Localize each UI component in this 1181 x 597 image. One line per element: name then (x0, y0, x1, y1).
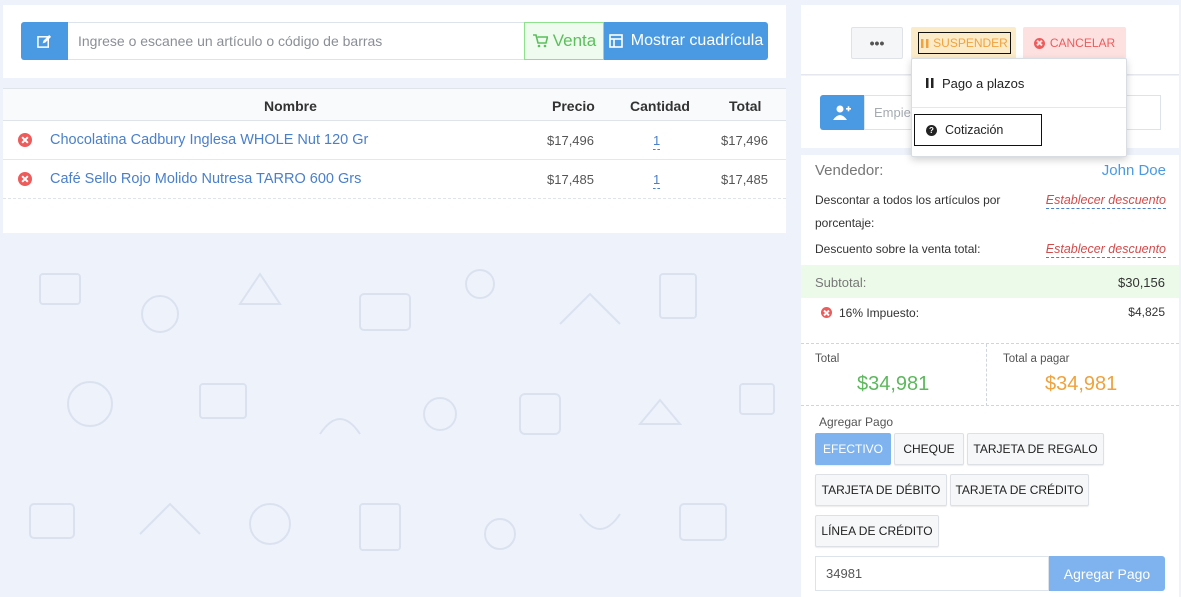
item-search-input[interactable] (68, 22, 524, 60)
subtotal-label: Subtotal: (815, 275, 867, 290)
tax-label: 16% Impuesto: (839, 306, 920, 320)
add-payment-button[interactable]: Agregar Pago (1049, 556, 1165, 591)
suspend-button-focus[interactable]: SUSPENDER (918, 32, 1011, 54)
discount-total-label: Descuento sobre la venta total: (815, 242, 981, 256)
payment-check-button[interactable]: CHEQUE (894, 433, 964, 465)
show-grid-label: Mostrar cuadrícula (630, 32, 764, 49)
tax-value: $4,825 (1128, 305, 1165, 319)
pause-icon (921, 38, 929, 48)
discount-all-label: Descontar a todos los artículos por (815, 193, 1001, 207)
register-toolbar: Venta Mostrar cuadrícula (3, 5, 786, 78)
menu-item-layaway-label: Pago a plazos (942, 75, 1025, 91)
table-row: Café Sello Rojo Molido Nutresa TARRO 600… (3, 160, 786, 199)
payment-store-credit-button[interactable]: LÍNEA DE CRÉDITO (815, 515, 939, 547)
payment-credit-card-button[interactable]: TARJETA DE CRÉDITO (950, 474, 1089, 506)
sale-mode-button[interactable]: Venta (524, 22, 604, 60)
remove-tax-icon[interactable] (821, 307, 832, 318)
pause-icon (926, 78, 934, 88)
col-name-header: Nombre (264, 98, 317, 114)
remove-item-icon[interactable] (18, 172, 32, 186)
edit-icon-button[interactable] (21, 22, 68, 60)
grid-icon (608, 34, 623, 48)
show-grid-button[interactable]: Mostrar cuadrícula (604, 22, 768, 60)
total-label: Total (815, 353, 840, 365)
more-options-button[interactable]: ••• (851, 27, 903, 59)
item-name-link[interactable]: Chocolatina Cadbury Inglesa WHOLE Nut 12… (50, 132, 368, 148)
discount-all-label-cont: porcentaje: (815, 216, 875, 230)
background-pattern (29, 269, 775, 551)
sale-mode-label: Venta (552, 31, 597, 50)
item-qty-editable[interactable]: 1 (653, 172, 661, 189)
item-price: $17,496 (547, 133, 594, 148)
payment-gift-card-button[interactable]: TARJETA DE REGALO (967, 433, 1104, 465)
remove-item-icon[interactable] (18, 133, 32, 147)
sale-summary: Vendedor: John Doe Descontar a todos los… (801, 155, 1179, 597)
col-qty-header: Cantidad (630, 98, 690, 114)
cart-table: Nombre Precio Cantidad Total Chocolatina… (3, 88, 786, 233)
amount-due-value: $34,981 (1045, 373, 1118, 395)
item-total: $17,485 (721, 172, 768, 187)
add-payment-title: Agregar Pago (819, 415, 894, 429)
menu-item-estimate[interactable]: ? Cotización (914, 114, 1042, 146)
col-total-header: Total (729, 98, 762, 114)
item-qty-editable[interactable]: 1 (653, 133, 661, 150)
table-row: Chocolatina Cadbury Inglesa WHOLE Nut 12… (3, 121, 786, 160)
ellipsis-icon: ••• (869, 35, 885, 51)
add-customer-button[interactable] (820, 95, 864, 130)
set-item-discount-link[interactable]: Establecer descuento (1045, 193, 1166, 209)
item-total: $17,496 (721, 133, 768, 148)
total-value: $34,981 (857, 373, 930, 395)
col-price-header: Precio (552, 98, 595, 114)
menu-item-estimate-label: Cotización (945, 123, 1004, 137)
cancel-circle-icon (1033, 37, 1045, 49)
set-total-discount-link[interactable]: Establecer descuento (1045, 242, 1166, 258)
suspend-label: SUSPENDER (933, 36, 1008, 50)
cancel-sale-button[interactable]: CANCELAR (1023, 27, 1126, 59)
payment-cash-button[interactable]: EFECTIVO (815, 433, 891, 465)
amount-due-label: Total a pagar (1003, 353, 1070, 365)
item-price: $17,485 (547, 172, 594, 187)
question-circle-icon: ? (926, 124, 937, 136)
item-name-link[interactable]: Café Sello Rojo Molido Nutresa TARRO 600… (50, 171, 361, 187)
totals-box: Total $34,981 Total a pagar $34,981 (801, 343, 1179, 406)
payment-debit-card-button[interactable]: TARJETA DE DÉBITO (815, 474, 947, 506)
totals-divider (986, 344, 987, 406)
edit-icon (37, 34, 52, 48)
seller-label: Vendedor: (815, 162, 884, 179)
menu-item-layaway[interactable]: Pago a plazos (912, 59, 1126, 108)
seller-name-link[interactable]: John Doe (1102, 162, 1166, 179)
subtotal-row: Subtotal: $30,156 (801, 265, 1179, 298)
suspend-button[interactable]: SUSPENDER (911, 27, 1016, 59)
cart-icon (532, 34, 548, 48)
cancel-label: CANCELAR (1049, 36, 1116, 50)
payment-amount-input[interactable] (815, 556, 1049, 591)
subtotal-value: $30,156 (1118, 275, 1165, 290)
suspend-dropdown-menu: Pago a plazos ? Cotización (911, 58, 1127, 157)
cart-header-row: Nombre Precio Cantidad Total (3, 88, 786, 121)
add-user-icon (833, 105, 851, 120)
